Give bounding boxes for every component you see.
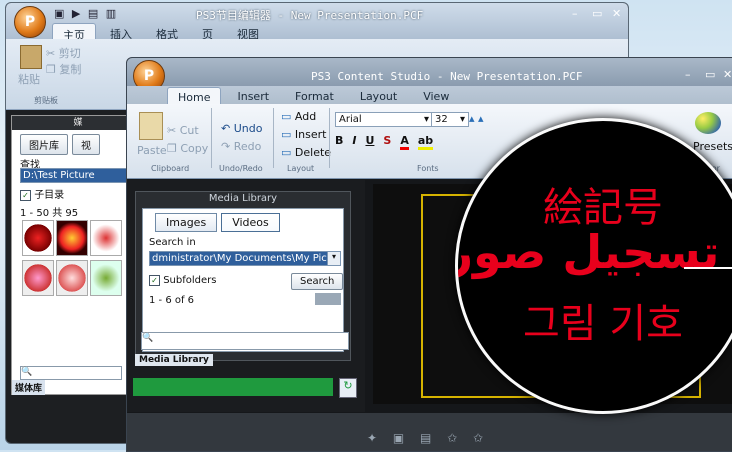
delete-slide-button[interactable]: ▭ Delete [281, 146, 331, 159]
font-size-select[interactable]: 32 ▾ [431, 112, 469, 127]
presets-button[interactable]: Presets [693, 140, 732, 153]
search-icon: 🔍 [142, 333, 154, 343]
thumbnail[interactable] [56, 260, 88, 296]
media-library-footer-tab[interactable]: Media Library [135, 354, 213, 366]
paste-icon[interactable] [139, 112, 163, 140]
close-button[interactable]: ✕ [612, 7, 621, 20]
cut-button[interactable]: ✂ Cut [167, 124, 199, 137]
thumbnail[interactable] [22, 220, 54, 256]
search-button[interactable]: Search [291, 273, 344, 290]
back-media-panel: 媒 图片库 视 查找 D:\Test Picture ✓ 子目录 1 - 50 … [11, 115, 145, 395]
result-count: 1 - 6 of 6 [149, 295, 195, 306]
italic-button[interactable]: I [352, 134, 356, 150]
thumbnail[interactable] [90, 260, 122, 296]
group-undo-label: Undo/Redo [219, 164, 263, 173]
lens-text-arabic: تسجيل صور [455, 225, 720, 279]
lens-leader-line [684, 267, 732, 269]
thumbnail[interactable] [56, 220, 88, 256]
undo-button[interactable]: ↶ Undo [221, 122, 262, 135]
back-title-bar: P ▣ ▶ ▤ ▥ PS3节目编辑器 - New Presentation.PC… [6, 3, 628, 46]
pager-buttons[interactable] [315, 293, 341, 305]
thumbnail[interactable] [22, 260, 54, 296]
tab-images[interactable]: Images [155, 213, 218, 232]
paste-icon[interactable] [20, 45, 42, 69]
magnifier-lens: 絵記号 تسجيل صور 그림 기호 [455, 118, 732, 414]
refresh-icon[interactable]: ↻ [339, 378, 357, 398]
minimize-button[interactable]: – [572, 7, 578, 20]
front-title-bar: P PS3 Content Studio - New Presentation.… [127, 58, 732, 92]
front-ribbon-tabs: Home Insert Format Layout View [127, 86, 732, 107]
lens-text-korean: 그림 기호 [523, 301, 683, 347]
presets-icon[interactable] [695, 112, 721, 134]
app-orb-button[interactable]: P [14, 6, 46, 38]
search-in-input[interactable]: dministrator\My Documents\My Pictures [149, 251, 331, 266]
back-panel-footer-tab[interactable]: 媒体库 [12, 380, 46, 395]
highlight-icon[interactable]: ab [417, 134, 434, 150]
back-tab-pictures[interactable]: 图片库 [20, 134, 68, 155]
bold-button[interactable]: B [335, 134, 343, 150]
search-in-label: Search in [149, 237, 196, 248]
thumbnail[interactable] [90, 220, 122, 256]
back-window-title: PS3节目编辑器 - New Presentation.PCF [196, 9, 424, 22]
media-library-header: Media Library [208, 193, 278, 204]
filter-search-input[interactable]: 🔍 [141, 332, 349, 350]
ribbon-separator [273, 108, 274, 168]
paste-button[interactable]: Paste [137, 144, 167, 157]
slide-strip: ✦ ▣ ▤ ✩ ✩ [127, 413, 732, 451]
group-fonts-label: Fonts [417, 164, 439, 173]
back-cut-button[interactable]: ✂ 剪切 [46, 45, 81, 61]
ribbon-separator [211, 108, 212, 168]
add-slide-button[interactable]: ▭ Add [281, 110, 316, 123]
underline-button[interactable]: U [365, 134, 374, 150]
insert-slide-button[interactable]: ▭ Insert [281, 128, 326, 141]
back-result-count: 1 - 50 共 95 [20, 208, 79, 219]
back-panel-header: 媒 [12, 116, 144, 130]
strike-button[interactable]: S [383, 134, 391, 150]
maximize-button[interactable]: ▭ [705, 68, 715, 81]
font-name-select[interactable]: Arial ▾ [335, 112, 433, 127]
font-grow-icon[interactable]: ▴ ▴ [469, 112, 484, 125]
back-group-clipboard: 剪贴板 [34, 96, 58, 105]
group-clipboard-label: Clipboard [151, 164, 190, 173]
tab-videos[interactable]: Videos [221, 213, 280, 232]
front-window-title: PS3 Content Studio - New Presentation.PC… [311, 70, 583, 83]
group-layout-label: Layout [287, 164, 315, 173]
media-library-body: Images Videos Search in dministrator\My … [142, 208, 344, 352]
ribbon-separator [329, 108, 330, 168]
subfolders-checkbox[interactable]: ✓ Subfolders [149, 275, 216, 286]
back-tab-video[interactable]: 视 [72, 134, 100, 155]
maximize-button[interactable]: ▭ [592, 7, 602, 20]
back-paste-label: 粘贴 [18, 73, 40, 86]
back-copy-button[interactable]: ❐ 复制 [46, 61, 81, 77]
redo-button[interactable]: ↷ Redo [221, 140, 261, 153]
back-search-input[interactable]: D:\Test Picture [20, 168, 138, 183]
minimize-button[interactable]: – [685, 68, 691, 81]
back-filter-search[interactable]: 🔍 [20, 366, 122, 380]
quick-access-toolbar[interactable]: ▣ ▶ ▤ ▥ [54, 7, 118, 20]
back-subfolders-checkbox[interactable]: ✓ 子目录 [20, 186, 64, 201]
progress-bar [133, 378, 333, 396]
close-button[interactable]: ✕ [723, 68, 732, 81]
chevron-down-icon[interactable]: ▾ [327, 251, 341, 266]
font-color-button[interactable]: A [400, 134, 409, 150]
back-thumbnail-grid [22, 220, 122, 296]
slide-nav-icons[interactable]: ✦ ▣ ▤ ✩ ✩ [367, 431, 489, 445]
copy-button[interactable]: ❐ Copy [167, 142, 208, 155]
